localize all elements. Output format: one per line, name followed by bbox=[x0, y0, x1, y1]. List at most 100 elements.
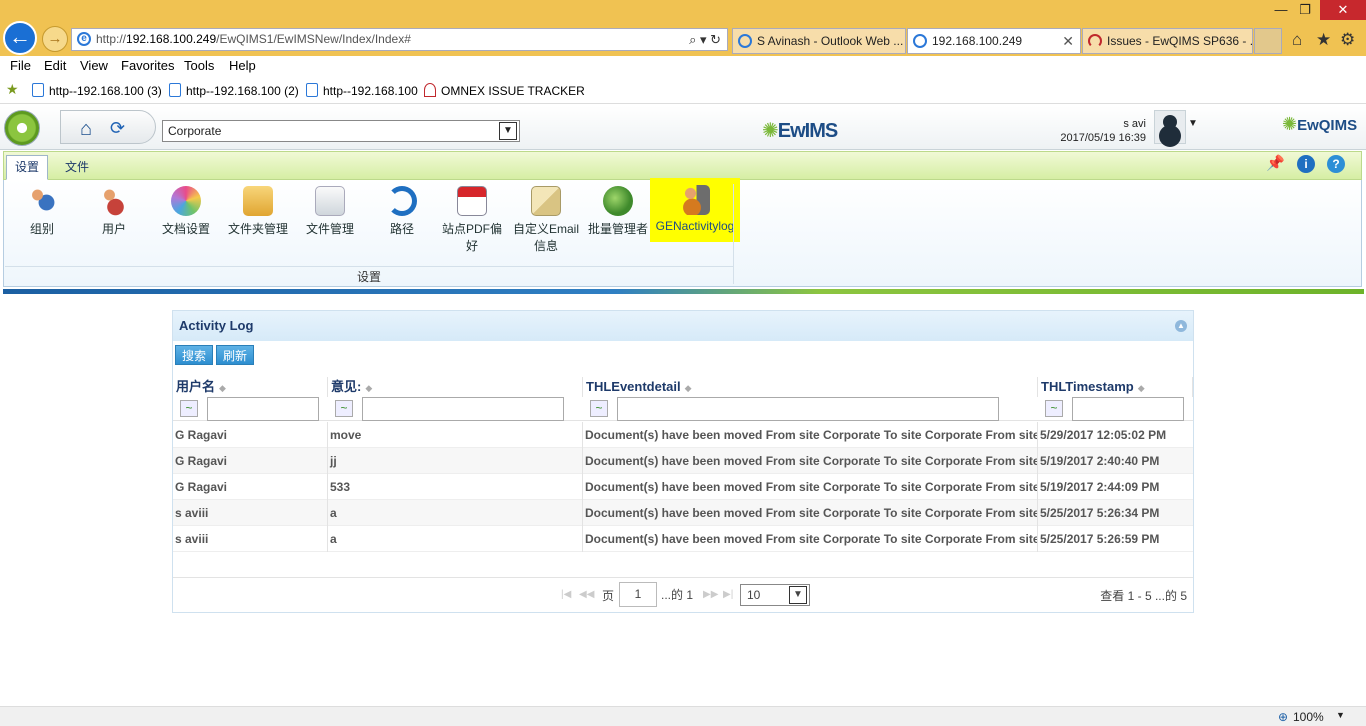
menu-help[interactable]: Help bbox=[229, 58, 256, 73]
tab-close-icon[interactable]: ✕ bbox=[1062, 29, 1074, 53]
menu-favorites[interactable]: Favorites bbox=[121, 58, 174, 73]
minimize-icon[interactable]: — bbox=[1268, 0, 1294, 20]
omnex-tab-icon bbox=[1088, 34, 1102, 48]
help-icon[interactable]: ? bbox=[1327, 155, 1345, 173]
filter-input-eventdetail[interactable] bbox=[617, 397, 999, 421]
chevron-down-icon[interactable]: ▼ bbox=[499, 122, 517, 140]
ribbon-gen-activitylog-button[interactable]: GENactivitylog bbox=[650, 178, 740, 242]
cell-username: s aviii bbox=[173, 500, 328, 526]
ribbon-doc-settings-button[interactable]: 文档设置 bbox=[152, 184, 220, 246]
header-stripe bbox=[3, 289, 1364, 294]
ribbon-button-label: 组别 bbox=[29, 222, 54, 236]
prev-page-icon[interactable]: ◀◀ bbox=[579, 589, 594, 600]
email-icon bbox=[531, 186, 561, 216]
page-count: ...的 1 bbox=[661, 588, 694, 602]
zoom-dropdown-icon[interactable]: ▼ bbox=[1336, 710, 1345, 720]
browser-tab-issues[interactable]: Issues - EwQIMS SP636 - ... bbox=[1082, 28, 1253, 54]
column-header-timestamp[interactable]: THLTimestamp ◆ bbox=[1038, 377, 1193, 397]
filter-operator-button[interactable]: ~ bbox=[335, 400, 353, 417]
filter-operator-button[interactable]: ~ bbox=[590, 400, 608, 417]
cell-username: G Ragavi bbox=[173, 422, 328, 448]
column-header-username[interactable]: 用户名 ◆ bbox=[173, 377, 328, 397]
table-row[interactable]: s aviii a Document(s) have been moved Fr… bbox=[173, 500, 1193, 526]
avatar[interactable] bbox=[1154, 110, 1186, 144]
tab-label: S Avinash - Outlook Web ... bbox=[757, 34, 904, 48]
last-page-icon[interactable]: ▶| bbox=[723, 589, 733, 600]
search-button[interactable]: 搜索 bbox=[175, 345, 214, 365]
pin-icon[interactable]: 📌 bbox=[1266, 155, 1285, 173]
filter-input-username[interactable] bbox=[207, 397, 319, 421]
browser-tab-active[interactable]: 192.168.100.249 ✕ bbox=[907, 28, 1081, 54]
column-header-eventdetail[interactable]: THLEventdetail ◆ bbox=[583, 377, 1038, 397]
ribbon-file-mgmt-button[interactable]: 文件管理 bbox=[296, 184, 364, 246]
filter-operator-button[interactable]: ~ bbox=[180, 400, 198, 417]
favorite-link[interactable]: http--192.168.100 bbox=[306, 83, 418, 98]
tab-files[interactable]: 文件 bbox=[56, 155, 98, 180]
browser-tab-outlook[interactable]: S Avinash - Outlook Web ... bbox=[732, 28, 906, 54]
filter-input-timestamp[interactable] bbox=[1072, 397, 1184, 421]
ribbon-folder-mgmt-button[interactable]: 文件夹管理 bbox=[224, 184, 292, 246]
ribbon-button-label: 站点PDF偏好 bbox=[441, 222, 502, 253]
close-window-icon[interactable]: ✕ bbox=[1320, 0, 1366, 20]
app-logo-icon[interactable] bbox=[4, 110, 40, 146]
column-header-comments[interactable]: 意见: ◆ bbox=[328, 377, 583, 397]
cell-username: G Ragavi bbox=[173, 474, 328, 500]
table-row[interactable]: G Ragavi 533 Document(s) have been moved… bbox=[173, 474, 1193, 500]
gear-icon[interactable]: ⚙ bbox=[1340, 30, 1355, 50]
next-page-icon[interactable]: ▶▶ bbox=[703, 589, 718, 600]
panel-title: Activity Log bbox=[179, 318, 254, 333]
menu-edit[interactable]: Edit bbox=[44, 58, 66, 73]
sort-icon: ◆ bbox=[684, 383, 692, 393]
collapse-icon[interactable]: ▲ bbox=[1175, 320, 1187, 332]
forward-arrow-icon[interactable]: → bbox=[42, 26, 68, 52]
home-icon[interactable]: ⌂ bbox=[1292, 30, 1302, 50]
home-icon[interactable]: ⌂ bbox=[80, 118, 92, 141]
ribbon-users-button[interactable]: 用户 bbox=[80, 184, 148, 246]
favorite-link[interactable]: http--192.168.100 (2) bbox=[169, 83, 299, 98]
menu-file[interactable]: File bbox=[10, 58, 31, 73]
site-select[interactable]: Corporate ▼ bbox=[162, 120, 520, 142]
favorite-link[interactable]: OMNEX ISSUE TRACKER bbox=[424, 83, 585, 98]
cell-timestamp: 5/25/2017 5:26:34 PM bbox=[1040, 506, 1160, 520]
filter-input-comments[interactable] bbox=[362, 397, 564, 421]
tab-settings[interactable]: 设置 bbox=[6, 155, 49, 180]
ribbon-site-pdf-button[interactable]: 站点PDF偏好 bbox=[438, 184, 506, 253]
zoom-level[interactable]: 100% bbox=[1293, 710, 1324, 724]
folder-gear-icon bbox=[243, 186, 273, 216]
path-refresh-icon bbox=[387, 186, 417, 216]
cell-timestamp: 5/29/2017 12:05:02 PM bbox=[1040, 428, 1167, 442]
favorites-star-icon[interactable]: ★ bbox=[1316, 30, 1331, 50]
search-refresh-icons[interactable]: ⌕ ▾ ↻ bbox=[689, 29, 721, 50]
table-row[interactable]: G Ragavi move Document(s) have been move… bbox=[173, 422, 1193, 448]
ribbon-bulk-manager-button[interactable]: 批量管理者 bbox=[584, 184, 652, 246]
sort-icon: ◆ bbox=[1137, 383, 1145, 393]
new-tab-button[interactable] bbox=[1254, 28, 1282, 54]
refresh-icon[interactable]: ⟳ bbox=[110, 118, 125, 139]
add-favorite-icon[interactable]: ★ bbox=[6, 81, 19, 98]
ie-tab-icon bbox=[738, 34, 752, 48]
ribbon-button-label: 路径 bbox=[389, 222, 414, 236]
menu-view[interactable]: View bbox=[80, 58, 108, 73]
logo-text: EwQIMS bbox=[1297, 117, 1358, 134]
back-arrow-icon[interactable]: ← bbox=[3, 21, 37, 55]
restore-icon[interactable]: ❐ bbox=[1292, 0, 1318, 20]
favorite-link[interactable]: http--192.168.100 (3) bbox=[32, 83, 162, 98]
page-number-input[interactable]: 1 bbox=[619, 582, 657, 607]
table-row[interactable]: s aviii a Document(s) have been moved Fr… bbox=[173, 526, 1193, 552]
ribbon-path-button[interactable]: 路径 bbox=[368, 184, 436, 246]
column-header-label: 意见: bbox=[331, 379, 362, 394]
user-name: s avi bbox=[1123, 118, 1146, 130]
caret-down-icon[interactable]: ▼ bbox=[1188, 118, 1198, 129]
info-icon[interactable]: i bbox=[1297, 155, 1315, 173]
filter-operator-button[interactable]: ~ bbox=[1045, 400, 1063, 417]
ribbon-groups-button[interactable]: 组别 bbox=[8, 184, 76, 246]
ribbon-custom-email-button[interactable]: 自定义Email信息 bbox=[512, 184, 580, 253]
menu-tools[interactable]: Tools bbox=[184, 58, 214, 73]
table-row[interactable]: G Ragavi jj Document(s) have been moved … bbox=[173, 448, 1193, 474]
page-size-select[interactable]: 10 ▼ bbox=[740, 584, 810, 606]
ribbon-group-label: 设置 bbox=[5, 266, 733, 286]
address-bar[interactable]: e http://192.168.100.249/EwQIMS1/EwIMSNe… bbox=[71, 28, 728, 51]
refresh-button[interactable]: 刷新 bbox=[216, 345, 255, 365]
chevron-down-icon[interactable]: ▼ bbox=[789, 586, 807, 604]
first-page-icon[interactable]: |◀ bbox=[561, 589, 571, 600]
